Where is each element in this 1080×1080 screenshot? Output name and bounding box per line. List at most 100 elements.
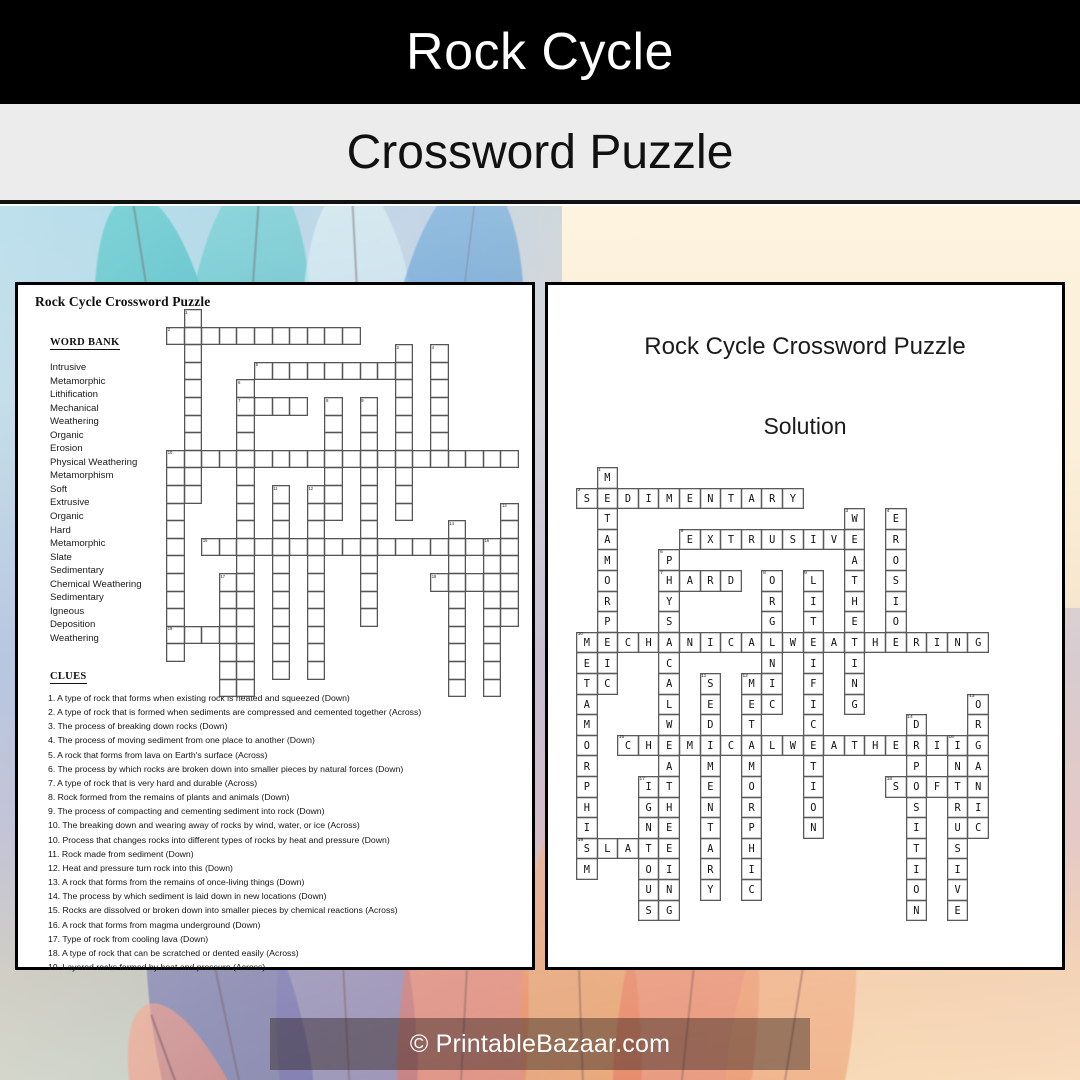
crossword-cell[interactable] (166, 467, 185, 486)
crossword-cell[interactable] (324, 432, 343, 451)
crossword-cell[interactable] (306, 449, 326, 469)
crossword-cell[interactable] (271, 573, 291, 592)
crossword-cell[interactable] (236, 643, 255, 662)
crossword-cell[interactable] (500, 520, 519, 539)
crossword-cell[interactable] (289, 397, 308, 416)
crossword-cell[interactable] (324, 361, 343, 381)
crossword-cell[interactable]: 10 (166, 449, 185, 469)
crossword-cell[interactable] (166, 590, 185, 610)
crossword-cell[interactable] (236, 467, 255, 486)
crossword-cell[interactable] (394, 485, 414, 504)
crossword-cell[interactable]: 14 (447, 520, 467, 539)
crossword-cell[interactable]: 5 (254, 361, 273, 381)
crossword-cell[interactable] (377, 537, 396, 557)
crossword-cell[interactable] (447, 449, 467, 469)
crossword-cell[interactable] (482, 608, 502, 627)
crossword-cell[interactable] (306, 361, 326, 381)
crossword-cell[interactable] (465, 537, 484, 557)
crossword-cell[interactable] (482, 449, 502, 469)
crossword-cell[interactable] (342, 361, 361, 381)
crossword-cell[interactable]: 3 (394, 344, 414, 363)
crossword-cell[interactable] (236, 432, 255, 451)
crossword-cell[interactable] (500, 449, 519, 469)
crossword-cell[interactable] (218, 608, 238, 627)
crossword-cell[interactable] (218, 661, 238, 680)
crossword-cell[interactable] (359, 590, 379, 610)
crossword-cell[interactable] (236, 326, 255, 346)
crossword-cell[interactable] (236, 537, 255, 557)
crossword-cell[interactable] (218, 625, 238, 645)
crossword-cell[interactable] (482, 555, 502, 574)
crossword-cell[interactable] (218, 537, 238, 557)
crossword-cell[interactable] (271, 520, 291, 539)
crossword-cell[interactable] (306, 625, 326, 645)
crossword-cell[interactable] (500, 555, 519, 574)
crossword-cell[interactable] (236, 502, 255, 522)
crossword-cell[interactable] (166, 537, 185, 557)
crossword-cell[interactable] (201, 625, 220, 645)
crossword-cell[interactable] (183, 432, 203, 451)
crossword-cell[interactable]: 12 (306, 485, 326, 504)
crossword-cell[interactable] (183, 344, 203, 363)
crossword-cell[interactable] (430, 379, 449, 398)
crossword-cell[interactable] (183, 485, 203, 504)
crossword-cell[interactable] (447, 678, 467, 698)
crossword-cell[interactable] (183, 625, 203, 645)
crossword-cell[interactable] (324, 449, 343, 469)
crossword-cell[interactable] (271, 449, 291, 469)
crossword-cell[interactable] (236, 449, 255, 469)
crossword-cell[interactable]: 16 (482, 537, 502, 557)
crossword-cell[interactable] (183, 449, 203, 469)
crossword-cell[interactable] (183, 414, 203, 434)
crossword-cell[interactable] (394, 449, 414, 469)
crossword-cell[interactable] (183, 361, 203, 381)
crossword-cell[interactable]: 7 (236, 397, 255, 416)
crossword-cell[interactable] (394, 397, 414, 416)
crossword-cell[interactable]: 6 (236, 379, 255, 398)
crossword-cell[interactable] (359, 537, 379, 557)
crossword-cell[interactable] (271, 643, 291, 662)
crossword-cell[interactable] (289, 537, 308, 557)
crossword-cell[interactable] (166, 555, 185, 574)
crossword-cell[interactable] (359, 485, 379, 504)
crossword-cell[interactable] (447, 608, 467, 627)
crossword-cell[interactable] (447, 625, 467, 645)
crossword-cell[interactable] (306, 661, 326, 680)
crossword-cell[interactable] (218, 590, 238, 610)
crossword-cell[interactable] (430, 397, 449, 416)
crossword-cell[interactable] (236, 555, 255, 574)
crossword-cell[interactable] (359, 520, 379, 539)
crossword-cell[interactable] (394, 432, 414, 451)
crossword-cell[interactable] (306, 590, 326, 610)
crossword-cell[interactable]: 17 (218, 573, 238, 592)
crossword-cell[interactable] (482, 573, 502, 592)
crossword-cell[interactable] (359, 555, 379, 574)
crossword-cell[interactable] (271, 397, 291, 416)
crossword-cell[interactable] (359, 449, 379, 469)
crossword-cell[interactable] (465, 573, 484, 592)
crossword-cell[interactable] (324, 537, 343, 557)
crossword-cell[interactable] (166, 643, 185, 662)
crossword-cell[interactable] (447, 555, 467, 574)
crossword-cell[interactable] (394, 502, 414, 522)
crossword-cell[interactable] (324, 414, 343, 434)
crossword-cell[interactable] (218, 643, 238, 662)
crossword-cell[interactable] (430, 432, 449, 451)
crossword-cell[interactable] (306, 573, 326, 592)
crossword-cell[interactable] (324, 485, 343, 504)
crossword-cell[interactable] (306, 643, 326, 662)
crossword-cell[interactable] (359, 502, 379, 522)
crossword-cell[interactable] (342, 449, 361, 469)
crossword-cell[interactable] (236, 625, 255, 645)
crossword-cell[interactable] (377, 449, 396, 469)
crossword-cell[interactable] (236, 590, 255, 610)
crossword-cell[interactable] (183, 379, 203, 398)
crossword-cell[interactable] (359, 361, 379, 381)
crossword-cell[interactable] (324, 502, 343, 522)
crossword-cell[interactable]: 18 (430, 573, 449, 592)
crossword-cell[interactable] (218, 678, 238, 698)
crossword-cell[interactable]: 4 (430, 344, 449, 363)
crossword-cell[interactable] (359, 573, 379, 592)
crossword-cell[interactable]: 8 (324, 397, 343, 416)
crossword-cell[interactable] (394, 379, 414, 398)
